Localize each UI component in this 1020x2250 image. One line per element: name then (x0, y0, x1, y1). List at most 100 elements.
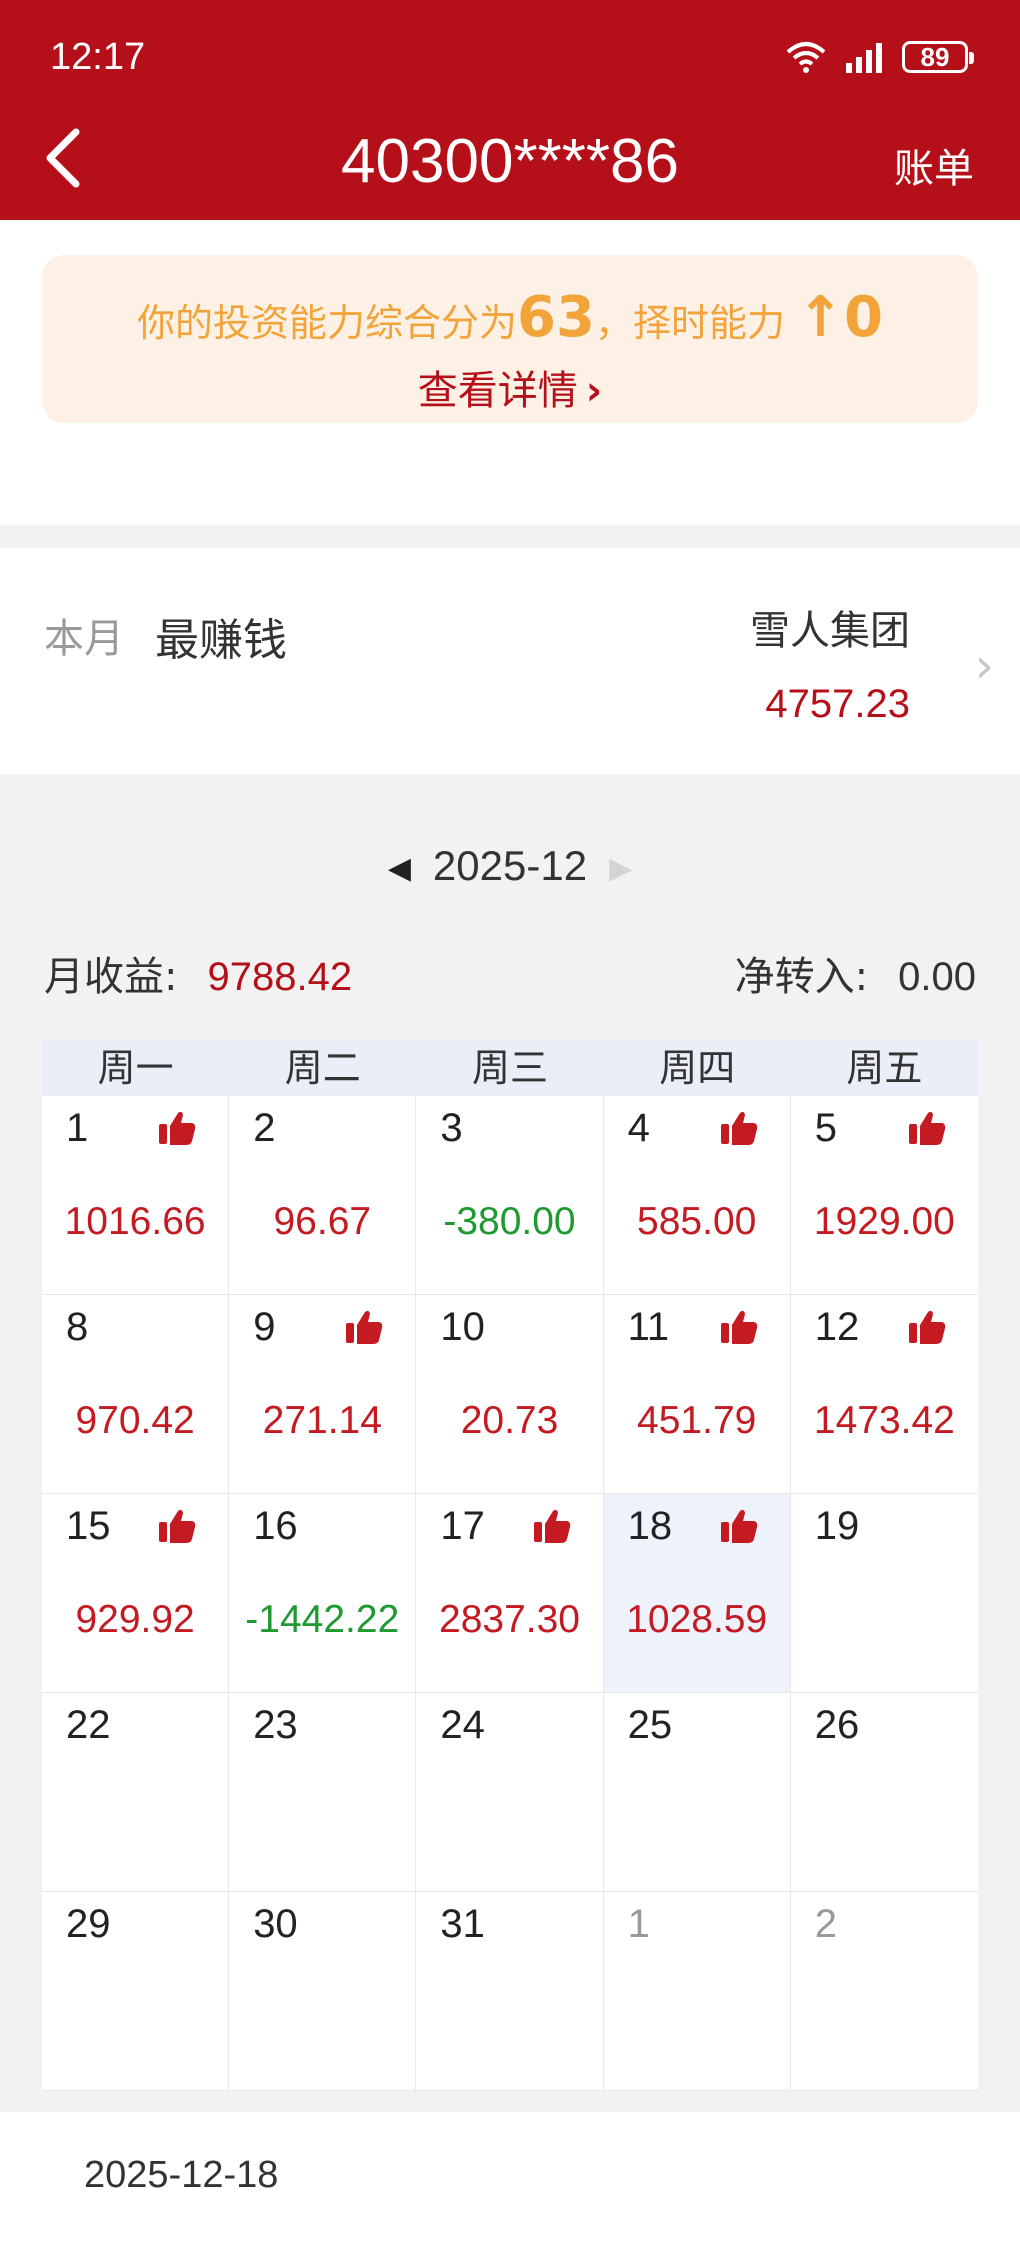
calendar-day-cell[interactable]: 19 (790, 1494, 978, 1693)
bill-button[interactable]: 账单 (894, 136, 974, 194)
score-line: 你的投资能力综合分为63，择时能力 ↑0 (42, 285, 978, 350)
calendar-day-cell[interactable]: 5 1929.00 (790, 1096, 978, 1295)
day-profit: 1016.66 (64, 1200, 206, 1243)
score-middle: ，择时能力 (594, 301, 785, 345)
day-number: 10 (440, 1305, 485, 1349)
thumbs-up-icon (158, 1508, 196, 1544)
calendar-grid: 1 1016.66 2 96.67 3 -380.00 4 585.00 5 1929.00 8 97… (42, 1096, 978, 2091)
calendar-day-cell[interactable]: 11 451.79 (603, 1295, 791, 1494)
calendar-day-cell[interactable]: 4 585.00 (603, 1096, 791, 1295)
next-month-icon[interactable]: ▶ (609, 851, 632, 886)
day-number: 24 (440, 1703, 485, 1747)
calendar-day-cell[interactable]: 12 1473.42 (790, 1295, 978, 1494)
best-stock-value: 4757.23 (765, 682, 910, 726)
calendar-day-cell[interactable]: 10 20.73 (416, 1295, 604, 1494)
score-value: 63 (517, 285, 595, 350)
weekday-header: 周一 周二 周三 周四 周五 (42, 1040, 978, 1096)
thumbs-up-icon (720, 1309, 758, 1345)
day-profit: -1442.22 (245, 1598, 400, 1641)
day-profit: 585.00 (637, 1200, 757, 1243)
day-profit: 271.14 (262, 1399, 382, 1442)
day-number: 15 (66, 1504, 111, 1548)
day-profit: 1929.00 (813, 1200, 955, 1243)
battery-icon: 89 (902, 41, 974, 73)
selected-date: 2025-12-18 (84, 2154, 279, 2196)
status-time: 12:17 (50, 36, 146, 78)
thumbs-up-icon (345, 1309, 383, 1345)
day-number: 19 (814, 1504, 860, 1548)
month-summary: 月收益: 9788.42 净转入: 0.00 (44, 944, 976, 1000)
day-number: 1 (627, 1902, 650, 1946)
calendar-day-cell[interactable]: 1 1016.66 (42, 1096, 230, 1295)
calendar-day-cell[interactable]: 17 2837.30 (416, 1494, 604, 1693)
calendar-day-cell[interactable]: 2 96.67 (229, 1096, 417, 1295)
calendar-day-cell[interactable]: 2 (790, 1892, 978, 2091)
day-number: 3 (440, 1106, 463, 1150)
calendar-day-cell[interactable]: 15 929.92 (42, 1494, 230, 1693)
day-number: 4 (627, 1106, 650, 1150)
score-banner[interactable]: 你的投资能力综合分为63，择时能力 ↑0 查看详情 › (42, 255, 978, 423)
day-profit: -380.00 (443, 1200, 576, 1243)
day-number: 26 (814, 1703, 860, 1747)
calendar-day-cell[interactable]: 26 (790, 1693, 978, 1892)
day-number: 9 (253, 1305, 276, 1349)
prev-month-icon[interactable]: ◀ (388, 851, 411, 886)
calendar-day-cell[interactable]: 23 (229, 1693, 417, 1892)
calendar-day-cell[interactable]: 9 271.14 (229, 1295, 417, 1494)
calendar-day-cell[interactable]: 30 (229, 1892, 417, 2091)
day-profit: 451.79 (637, 1399, 757, 1442)
profit-calendar: 周一 周二 周三 周四 周五 1 1016.66 2 96.67 3 -380.00 4 58… (42, 1040, 978, 2091)
day-number: 8 (66, 1305, 89, 1349)
calendar-day-cell[interactable]: 31 (416, 1892, 604, 2091)
calendar-day-cell[interactable]: 1 (603, 1892, 791, 2091)
best-month-label: 本月 (44, 616, 124, 662)
day-number: 23 (253, 1703, 298, 1747)
calendar-day-cell[interactable]: 22 (42, 1693, 230, 1892)
month-selector: ◀ 2025-12 ▶ (0, 842, 1020, 890)
income-label: 月收益: (44, 954, 178, 1000)
thumbs-up-icon (908, 1110, 946, 1146)
app-header: 12:17 89 40300****86 账单 (0, 0, 1020, 220)
chevron-right-icon: › (974, 638, 994, 694)
calendar-day-cell[interactable]: 3 -380.00 (416, 1096, 604, 1295)
day-number: 30 (253, 1902, 298, 1946)
thumbs-up-icon (720, 1110, 758, 1146)
day-number: 16 (253, 1504, 298, 1548)
thumbs-up-icon (720, 1508, 758, 1544)
best-earner-row[interactable]: 本月 最赚钱 雪人集团 4757.23 › (0, 548, 1020, 774)
calendar-day-cell[interactable]: 25 (603, 1693, 791, 1892)
best-label: 最赚钱 (155, 615, 287, 666)
view-details-label: 查看详情 (417, 368, 578, 414)
calendar-day-cell[interactable]: 18 1028.59 (603, 1494, 791, 1693)
day-number: 2 (253, 1106, 276, 1150)
calendar-day-cell[interactable]: 8 970.42 (42, 1295, 230, 1494)
day-profit: 970.42 (75, 1399, 195, 1442)
up-arrow-icon: ↑ (797, 285, 844, 350)
weekday-label: 周二 (284, 1046, 361, 1090)
score-prefix: 你的投资能力综合分为 (137, 301, 518, 345)
net-value: 0.00 (898, 955, 976, 999)
weekday-label: 周五 (846, 1046, 923, 1090)
current-month: 2025-12 (432, 842, 588, 889)
selected-date-bar: 2025-12-18 (0, 2112, 1020, 2250)
weekday-label: 周一 (97, 1046, 174, 1090)
calendar-day-cell[interactable]: 24 (416, 1693, 604, 1892)
thumbs-up-icon (908, 1309, 946, 1345)
thumbs-up-icon (533, 1508, 571, 1544)
view-details-link[interactable]: 查看详情 › (42, 358, 978, 416)
chevron-right-icon: › (585, 368, 603, 414)
day-profit: 2837.30 (439, 1598, 580, 1641)
day-number: 18 (627, 1504, 673, 1548)
day-number: 22 (66, 1703, 111, 1747)
day-number: 11 (627, 1305, 670, 1349)
net-transfer: 净转入: 0.00 (735, 944, 976, 1002)
day-number: 29 (66, 1902, 111, 1946)
day-profit: 20.73 (460, 1399, 559, 1442)
calendar-day-cell[interactable]: 16 -1442.22 (229, 1494, 417, 1693)
day-number: 1 (66, 1106, 89, 1150)
status-icons: 89 (784, 40, 974, 74)
day-number: 12 (814, 1305, 860, 1349)
calendar-day-cell[interactable]: 29 (42, 1892, 230, 2091)
income-value: 9788.42 (207, 955, 353, 999)
page-title: 40300****86 (341, 127, 679, 196)
